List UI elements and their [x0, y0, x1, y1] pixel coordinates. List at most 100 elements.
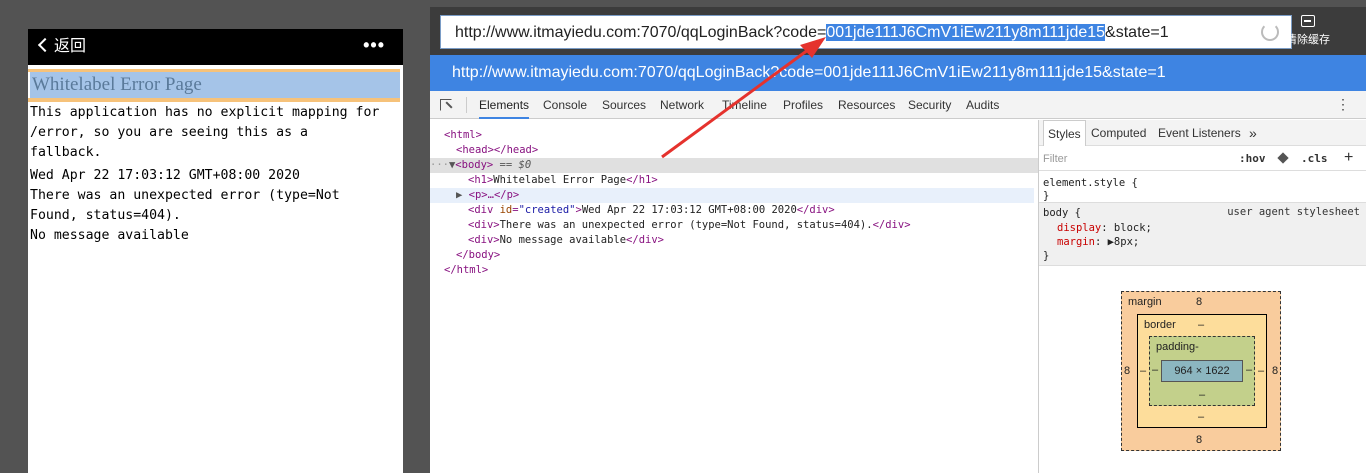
- div-open-tag: <div: [468, 204, 500, 216]
- attr-value: "created": [518, 204, 576, 216]
- more-menu-button[interactable]: •••: [363, 35, 385, 55]
- element-style-close: }: [1043, 190, 1050, 202]
- back-button[interactable]: 返回: [36, 37, 86, 57]
- created-timestamp: Wed Apr 22 17:03:12 GMT+08:00 2020: [30, 168, 300, 183]
- cls-toggle[interactable]: .cls: [1301, 152, 1328, 165]
- tab-sources[interactable]: Sources: [602, 91, 646, 119]
- div-open-tag: <div>: [468, 234, 500, 246]
- margin-bottom-value[interactable]: 8: [1196, 434, 1202, 446]
- padding-right-value[interactable]: –: [1246, 364, 1252, 376]
- body-rule-close: }: [1043, 250, 1050, 262]
- prop-display[interactable]: display: block;: [1057, 221, 1152, 235]
- row-ellipsis: ···: [430, 159, 449, 171]
- padding-label: padding-: [1156, 341, 1199, 353]
- border-top-value[interactable]: –: [1198, 319, 1204, 331]
- tree-head[interactable]: <head></head>: [456, 143, 538, 158]
- styles-filter-row: Filter :hov .cls +: [1039, 147, 1366, 171]
- body-console-ref: == $0: [493, 159, 532, 171]
- div-close-tag: </div>: [626, 234, 664, 246]
- h1-text: Whitelabel Error Page: [493, 174, 627, 186]
- clear-cache-button[interactable]: 清除缓存: [1278, 15, 1338, 47]
- page-title: Whitelabel Error Page: [30, 72, 400, 98]
- tab-security[interactable]: Security: [908, 91, 951, 119]
- browser-panel: http://www.itmayiedu.com:7070/qqLoginBac…: [430, 7, 1366, 473]
- url-suffix: &state=1: [1105, 24, 1169, 41]
- h1-open-tag: <h1>: [468, 174, 494, 186]
- styles-tab-bar: Styles Computed Event Listeners »: [1039, 120, 1366, 146]
- div-open-tag: <div>: [468, 219, 500, 231]
- styles-pane: Styles Computed Event Listeners » Filter…: [1038, 120, 1366, 473]
- tab-event-listeners[interactable]: Event Listeners: [1158, 120, 1241, 146]
- tree-body-open: <body>: [455, 159, 494, 171]
- more-tabs-icon[interactable]: »: [1249, 120, 1257, 146]
- tree-div-created[interactable]: <div id="created">Wed Apr 22 17:03:12 GM…: [468, 203, 835, 218]
- box-model-border[interactable]: border – – – – padding- – – – 964 × 1622: [1137, 314, 1267, 428]
- margin-label: margin: [1128, 296, 1162, 308]
- error-message: There was an unexpected error (type=Not …: [30, 188, 340, 223]
- element-state-icon[interactable]: [1277, 152, 1289, 164]
- box-model-padding[interactable]: padding- – – – 964 × 1622: [1149, 336, 1255, 406]
- margin-left-value[interactable]: 8: [1124, 365, 1130, 377]
- prop-name: margin: [1057, 236, 1095, 248]
- devtools-menu-icon[interactable]: ⋮: [1336, 97, 1350, 111]
- url-code-selection: 001jde111J6CmV1iEw211y8m111jde15: [826, 24, 1106, 41]
- url-prefix: http://www.itmayiedu.com:7070/qqLoginBac…: [455, 24, 827, 41]
- tree-div-nomsg[interactable]: <div>No message available</div>: [468, 233, 664, 248]
- hov-toggle[interactable]: :hov: [1239, 152, 1266, 165]
- tree-div-error[interactable]: <div>There was an unexpected error (type…: [468, 218, 911, 233]
- margin-right-value[interactable]: 8: [1272, 365, 1278, 377]
- tab-elements[interactable]: Elements: [479, 91, 530, 119]
- box-model-content-size[interactable]: 964 × 1622: [1161, 360, 1243, 382]
- tab-network[interactable]: Network: [660, 91, 704, 119]
- tab-resources[interactable]: Resources: [838, 91, 895, 119]
- chevron-left-icon: [37, 37, 53, 53]
- tab-profiles[interactable]: Profiles: [783, 91, 823, 119]
- url-input[interactable]: http://www.itmayiedu.com:7070/qqLoginBac…: [440, 15, 1292, 49]
- url-suggestion-text: http://www.itmayiedu.com:7070/qqLoginBac…: [452, 64, 1166, 81]
- error-paragraph: This application has no explicit mapping…: [30, 105, 380, 160]
- border-label: border: [1144, 319, 1176, 331]
- border-left-value[interactable]: –: [1140, 365, 1146, 377]
- tree-h1[interactable]: <h1>Whitelabel Error Page</h1>: [468, 173, 658, 188]
- clear-cache-label: 清除缓存: [1286, 34, 1330, 46]
- prop-value: block;: [1113, 222, 1152, 234]
- tab-console[interactable]: Console: [543, 91, 587, 119]
- clear-cache-icon: [1301, 15, 1315, 27]
- inspect-element-icon[interactable]: [440, 99, 452, 111]
- filter-input[interactable]: Filter: [1043, 153, 1067, 165]
- body-selector[interactable]: body {: [1043, 206, 1081, 220]
- margin-top-value[interactable]: 8: [1196, 296, 1202, 308]
- div-error-text: There was an unexpected error (type=Not …: [499, 219, 873, 231]
- tab-styles[interactable]: Styles: [1043, 120, 1086, 146]
- prop-name: display: [1057, 222, 1102, 234]
- p-collapsed-tag: <p>…</p>: [468, 189, 520, 201]
- mobile-preview: 返回 ••• Whitelabel Error Page This applic…: [28, 29, 403, 473]
- hover-row-highlight: [430, 188, 1034, 203]
- div-created-text: Wed Apr 22 17:03:12 GMT+08:00 2020: [581, 204, 797, 216]
- tree-html-open[interactable]: <html>: [444, 128, 482, 143]
- prop-value: 8px;: [1113, 236, 1140, 248]
- collapse-arrow-icon[interactable]: ▶: [456, 189, 469, 201]
- devtools-tab-bar: Elements Console Sources Network Timelin…: [430, 91, 1366, 119]
- tree-p[interactable]: ▶ <p>…</p>: [456, 188, 519, 203]
- padding-bottom-value[interactable]: –: [1199, 389, 1205, 401]
- toolbar-divider: [466, 97, 467, 113]
- prop-margin[interactable]: margin: ▶8px;: [1057, 235, 1139, 249]
- tree-body-close[interactable]: </body>: [456, 248, 500, 263]
- user-agent-label: user agent stylesheet: [1227, 206, 1360, 218]
- tab-timeline[interactable]: Timeline: [722, 91, 767, 119]
- url-text: http://www.itmayiedu.com:7070/qqLoginBac…: [455, 23, 1169, 43]
- border-right-value[interactable]: –: [1258, 365, 1264, 377]
- new-rule-button[interactable]: +: [1344, 149, 1353, 167]
- devtools-panel: Elements Console Sources Network Timelin…: [430, 91, 1366, 473]
- box-model-margin[interactable]: margin 8 8 8 8 border – – – – padding- –…: [1121, 291, 1281, 451]
- border-bottom-value[interactable]: –: [1198, 411, 1204, 423]
- tab-audits[interactable]: Audits: [966, 91, 999, 119]
- reload-icon[interactable]: [1261, 23, 1279, 41]
- url-suggestion[interactable]: http://www.itmayiedu.com:7070/qqLoginBac…: [430, 55, 1366, 91]
- element-style-rule[interactable]: element.style {: [1043, 176, 1138, 190]
- padding-left-value[interactable]: –: [1152, 364, 1158, 376]
- tree-body-row[interactable]: ···▼<body> == $0: [430, 158, 531, 173]
- tab-computed[interactable]: Computed: [1091, 120, 1146, 146]
- tree-html-close[interactable]: </html>: [444, 263, 488, 278]
